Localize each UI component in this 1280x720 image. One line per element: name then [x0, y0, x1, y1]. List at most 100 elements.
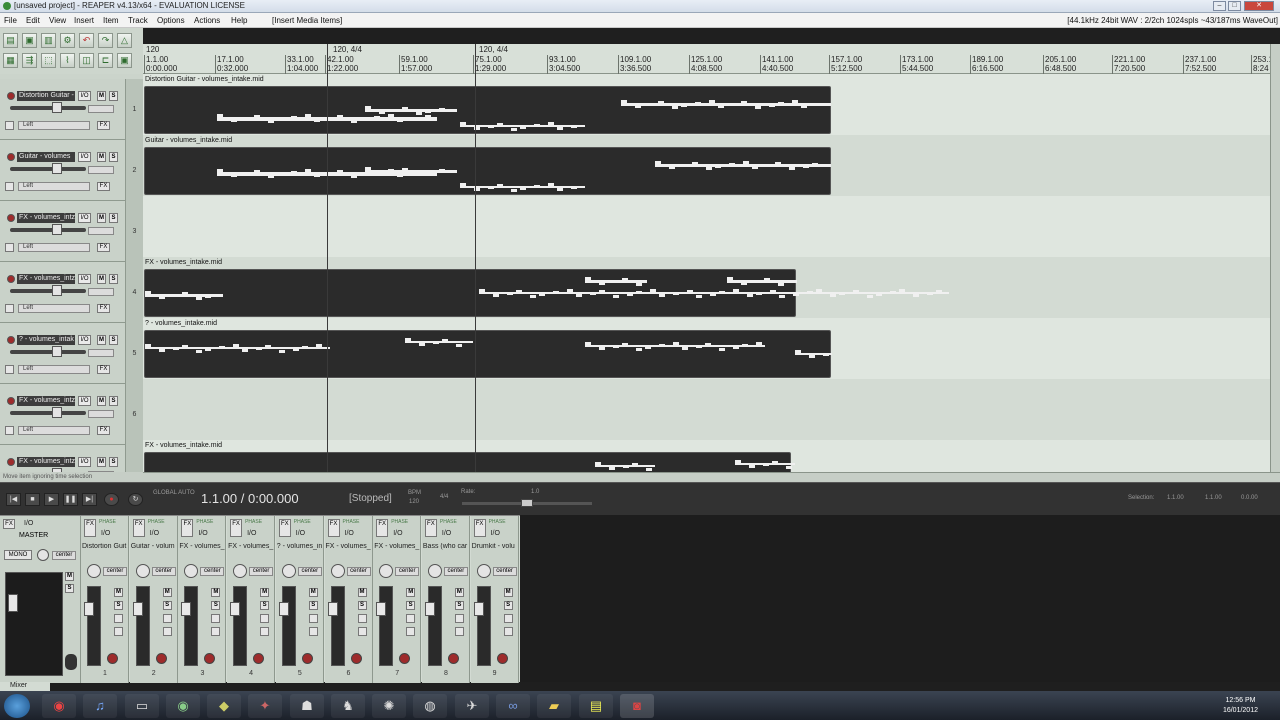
pan-slider[interactable]: Left	[18, 243, 90, 252]
strip-env-icon[interactable]	[308, 627, 318, 636]
strip-solo-button[interactable]: S	[406, 601, 416, 610]
strip-solo-button[interactable]: S	[114, 601, 123, 610]
record-arm-button[interactable]	[7, 153, 15, 161]
lock-icon[interactable]: ▣	[117, 53, 132, 68]
pan-value[interactable]: center	[346, 567, 371, 576]
pan-knob[interactable]	[379, 564, 394, 578]
fx-button[interactable]: FX	[97, 243, 110, 252]
envelope-toggle-icon[interactable]	[5, 121, 14, 130]
master-route-icon[interactable]	[65, 654, 77, 670]
strip-mute-button[interactable]: M	[357, 588, 367, 597]
volume-fader[interactable]	[135, 586, 150, 666]
strip-fx-button[interactable]: FX	[132, 519, 145, 537]
track-header[interactable]: Distortion Guitar - I/O M S Left FX 1	[0, 79, 143, 140]
app-icon[interactable]: ◍	[413, 694, 447, 718]
go-to-end-button[interactable]: ▶|	[82, 493, 97, 506]
chrome-icon[interactable]: ◉	[42, 694, 76, 718]
app-icon[interactable]: ∞	[496, 694, 530, 718]
master-pan-knob[interactable]	[37, 549, 49, 561]
group-icon[interactable]: ⬚	[41, 53, 56, 68]
volume-slider[interactable]	[10, 167, 86, 171]
minimize-button[interactable]: –	[1213, 1, 1226, 11]
strip-fx-button[interactable]: FX	[376, 519, 389, 537]
phase-label[interactable]: PHASE	[391, 519, 408, 525]
track-header[interactable]: ? - volumes_intak I/O M S Left FX 5	[0, 323, 143, 384]
track-lane[interactable]	[143, 379, 1270, 440]
strip-solo-button[interactable]: S	[260, 601, 270, 610]
tempo-marker[interactable]: 120	[146, 46, 159, 54]
mute-button[interactable]: M	[97, 335, 106, 345]
pan-slider[interactable]: Left	[18, 182, 90, 191]
pan-value[interactable]: center	[492, 567, 517, 576]
strip-fx-button[interactable]: FX	[84, 519, 96, 537]
fx-button[interactable]: FX	[97, 121, 110, 130]
pan-slider[interactable]: Left	[18, 304, 90, 313]
pan-value[interactable]: center	[297, 567, 322, 576]
app-icon[interactable]: ♞	[331, 694, 365, 718]
solo-button[interactable]: S	[109, 457, 118, 467]
pan-knob[interactable]	[135, 564, 150, 578]
mute-button[interactable]: M	[97, 213, 106, 223]
mute-button[interactable]: M	[97, 152, 106, 162]
envelope-toggle-icon[interactable]	[5, 182, 14, 191]
track-name[interactable]: ? - volumes_intak	[17, 335, 75, 345]
strip-label[interactable]: Drumkit - volu	[472, 543, 518, 550]
pause-button[interactable]: ❚❚	[63, 493, 78, 506]
mute-button[interactable]: M	[97, 396, 106, 406]
loop-icon[interactable]: ⊏	[98, 53, 113, 68]
menu-help[interactable]: Help	[231, 16, 247, 25]
phase-label[interactable]: PHASE	[343, 519, 360, 525]
strip-mute-button[interactable]: M	[260, 588, 270, 597]
app-icon[interactable]: ✦	[248, 694, 282, 718]
strip-route-icon[interactable]	[260, 614, 270, 623]
volume-slider[interactable]	[10, 106, 86, 110]
snap-icon[interactable]: ◫	[79, 53, 94, 68]
record-arm-button[interactable]	[7, 214, 15, 222]
game-icon[interactable]: ◆	[207, 694, 241, 718]
play-button[interactable]: ▶	[44, 493, 59, 506]
strip-io-button[interactable]: I/O	[296, 530, 305, 537]
master-io-button[interactable]: I/O	[24, 520, 33, 527]
track-header[interactable]: Guitar - volumes I/O M S Left FX 2	[0, 140, 143, 201]
strip-solo-button[interactable]: S	[211, 601, 221, 610]
pan-knob[interactable]	[476, 564, 491, 578]
volume-fader-thumb[interactable]	[181, 602, 192, 616]
strip-record-arm-button[interactable]	[204, 653, 216, 664]
strip-env-icon[interactable]	[211, 627, 221, 636]
volume-fader[interactable]	[281, 586, 296, 666]
mono-button[interactable]: MONO	[4, 550, 32, 560]
volume-slider[interactable]	[10, 411, 86, 415]
tempo-marker[interactable]: 120, 4/4	[333, 46, 362, 54]
strip-mute-button[interactable]: M	[162, 588, 172, 597]
pan-knob[interactable]	[87, 564, 101, 578]
pan-value[interactable]: center	[395, 567, 420, 576]
strip-io-button[interactable]: I/O	[198, 530, 207, 537]
strip-route-icon[interactable]	[406, 614, 416, 623]
record-arm-button[interactable]	[7, 336, 15, 344]
menu-actions[interactable]: Actions	[194, 16, 220, 25]
strip-fx-button[interactable]: FX	[424, 519, 437, 537]
phase-label[interactable]: PHASE	[196, 519, 213, 525]
strip-mute-button[interactable]: M	[114, 588, 123, 597]
record-arm-button[interactable]	[7, 275, 15, 283]
menu-edit[interactable]: Edit	[26, 16, 40, 25]
undo-icon[interactable]: ↶	[79, 33, 94, 48]
strip-mute-button[interactable]: M	[454, 588, 464, 597]
track-io-button[interactable]: I/O	[78, 152, 91, 162]
save-project-icon[interactable]: ▥	[41, 33, 56, 48]
app-icon[interactable]: ☗	[290, 694, 324, 718]
volume-slider-thumb[interactable]	[52, 224, 62, 235]
strip-label[interactable]: ? - volumes_in	[277, 543, 323, 550]
pan-value[interactable]: center	[200, 567, 225, 576]
track-name[interactable]: FX - volumes_intz	[17, 396, 75, 406]
solo-button[interactable]: S	[109, 213, 118, 223]
volume-fader-thumb[interactable]	[327, 602, 338, 616]
strip-label[interactable]: Distortion Guit	[82, 543, 128, 550]
strip-route-icon[interactable]	[454, 614, 464, 623]
volume-fader[interactable]	[427, 586, 442, 666]
horizontal-scrollbar[interactable]	[143, 472, 1280, 482]
envelope-icon[interactable]: ⌇	[60, 53, 75, 68]
volume-fader[interactable]	[476, 586, 491, 666]
strip-io-button[interactable]: I/O	[247, 530, 256, 537]
strip-fx-button[interactable]: FX	[230, 519, 243, 537]
